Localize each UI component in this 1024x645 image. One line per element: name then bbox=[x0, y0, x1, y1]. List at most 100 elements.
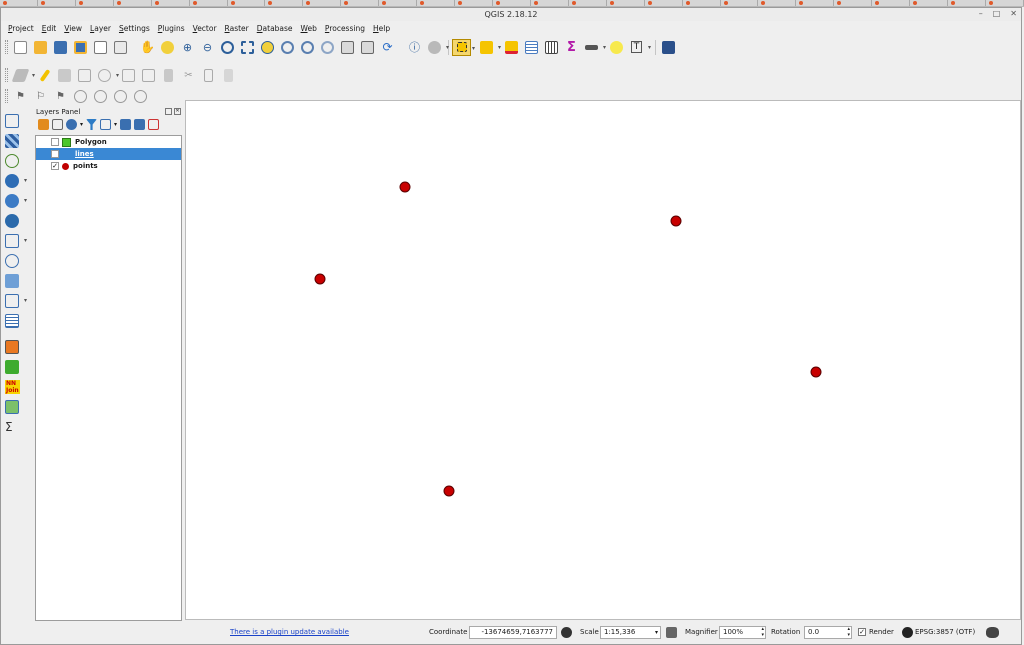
plugin-update-link[interactable]: There is a plugin update available bbox=[230, 628, 349, 636]
help-contents-button[interactable] bbox=[659, 39, 678, 56]
chevron-down-icon[interactable]: ▾ bbox=[80, 121, 83, 128]
layer-visibility-checkbox[interactable]: ✓ bbox=[51, 162, 59, 170]
map-point[interactable] bbox=[670, 215, 682, 227]
copy-features-button[interactable] bbox=[199, 67, 218, 84]
browser-tab[interactable] bbox=[190, 0, 228, 6]
collapse-all-icon[interactable] bbox=[134, 119, 146, 130]
run-feature-action-button[interactable]: ▾ bbox=[425, 39, 449, 56]
route-tool-button[interactable] bbox=[71, 88, 90, 105]
menu-settings[interactable]: Settings bbox=[115, 22, 154, 35]
menu-vector[interactable]: Vector bbox=[189, 22, 221, 35]
browser-tab[interactable] bbox=[265, 0, 304, 6]
minimize-icon[interactable]: – bbox=[979, 9, 983, 18]
render-checkbox[interactable]: ✓ bbox=[858, 628, 866, 636]
map-point[interactable] bbox=[443, 485, 455, 497]
browser-tab[interactable] bbox=[683, 0, 721, 6]
statistical-summary-button[interactable]: Σ bbox=[562, 39, 581, 56]
save-project-button[interactable] bbox=[51, 39, 70, 56]
map-canvas[interactable] bbox=[185, 100, 1021, 620]
toggle-editing-button[interactable] bbox=[35, 67, 54, 84]
browser-tab[interactable] bbox=[0, 0, 38, 6]
route-add-button[interactable] bbox=[111, 88, 130, 105]
deselect-all-button[interactable] bbox=[502, 39, 521, 56]
flag-tool-button[interactable]: ⚑ bbox=[11, 88, 30, 105]
add-feature-button[interactable] bbox=[75, 67, 94, 84]
cut-features-button[interactable]: ✂ bbox=[179, 67, 198, 84]
toolbar-grip[interactable] bbox=[5, 68, 8, 82]
add-circular-string-button[interactable]: ▾ bbox=[95, 67, 119, 84]
map-point[interactable] bbox=[399, 181, 411, 193]
menu-plugins[interactable]: Plugins bbox=[154, 22, 189, 35]
layer-visibility-checkbox[interactable] bbox=[51, 138, 59, 146]
zoom-next-button[interactable] bbox=[318, 39, 337, 56]
browser-tab[interactable] bbox=[531, 0, 569, 6]
crs-globe-icon[interactable] bbox=[902, 626, 913, 638]
spin-arrows-icon[interactable]: ▴ ▾ bbox=[847, 626, 850, 638]
delete-selected-button[interactable] bbox=[159, 67, 178, 84]
pan-to-selection-button[interactable] bbox=[158, 39, 177, 56]
add-vector-layer-button[interactable] bbox=[1, 111, 30, 131]
flag-cancel-button[interactable]: ⚑ bbox=[51, 88, 70, 105]
add-delimited-text-button[interactable] bbox=[1, 151, 30, 171]
scale-combobox[interactable]: 1:15,336 ▾ bbox=[600, 625, 661, 639]
browser-tab[interactable] bbox=[114, 0, 152, 6]
lock-icon[interactable] bbox=[666, 626, 677, 638]
composer-manager-button[interactable] bbox=[111, 39, 130, 56]
refresh-button[interactable]: ⟳ bbox=[378, 39, 397, 56]
node-tool-button[interactable] bbox=[119, 67, 138, 84]
close-icon[interactable]: ✕ bbox=[1010, 9, 1017, 18]
sum-lines-button[interactable]: Σ bbox=[1, 417, 30, 437]
browser-tab[interactable] bbox=[872, 0, 911, 6]
zoom-full-button[interactable] bbox=[238, 39, 257, 56]
menu-help[interactable]: Help bbox=[369, 22, 394, 35]
browser-tab[interactable] bbox=[607, 0, 645, 6]
add-wcs-layer-button[interactable] bbox=[1, 211, 30, 231]
add-oracle-layer-button[interactable] bbox=[1, 271, 30, 291]
manage-visibility-icon[interactable] bbox=[66, 119, 77, 130]
magnifier-spinbox[interactable]: 100% ▴ ▾ bbox=[719, 625, 766, 639]
browser-tab[interactable] bbox=[569, 0, 607, 6]
map-tips-button[interactable] bbox=[607, 39, 626, 56]
maximize-icon[interactable]: □ bbox=[993, 9, 1001, 18]
chevron-down-icon[interactable]: ▾ bbox=[114, 121, 117, 128]
open-field-calculator-button[interactable] bbox=[542, 39, 561, 56]
new-bookmark-button[interactable] bbox=[338, 39, 357, 56]
browser-tab[interactable] bbox=[796, 0, 835, 6]
new-shapefile-layer-button[interactable]: ▾ bbox=[1, 291, 30, 311]
close-panel-icon[interactable]: ✕ bbox=[174, 108, 181, 115]
browser-tab[interactable] bbox=[948, 0, 986, 6]
layer-row-points[interactable]: ✓ points bbox=[36, 160, 181, 172]
rotation-spinbox[interactable]: 0.0 ▴ ▾ bbox=[804, 625, 852, 639]
filter-icon[interactable] bbox=[86, 119, 98, 130]
toggle-extents-icon[interactable] bbox=[561, 626, 572, 638]
zoom-native-button[interactable] bbox=[218, 39, 237, 56]
select-features-button[interactable]: ▾ bbox=[452, 38, 475, 56]
create-attribute-table-button[interactable] bbox=[1, 311, 30, 331]
browser-tab[interactable] bbox=[303, 0, 342, 6]
layer-row-lines[interactable]: lines bbox=[36, 148, 181, 160]
new-project-button[interactable] bbox=[11, 39, 30, 56]
measure-button[interactable]: ▾ bbox=[582, 39, 606, 56]
checkered-flag-button[interactable]: ⚐ bbox=[31, 88, 50, 105]
menu-web[interactable]: Web bbox=[297, 22, 321, 35]
browser-tab[interactable] bbox=[721, 0, 759, 6]
spin-arrows-icon[interactable]: ▴ ▾ bbox=[761, 626, 764, 638]
plugin-a-button[interactable] bbox=[1, 337, 30, 357]
messages-icon[interactable] bbox=[986, 626, 999, 638]
add-wfs-layer-button[interactable]: ▾ bbox=[1, 231, 30, 251]
save-edits-button[interactable] bbox=[55, 67, 74, 84]
toolbar-grip[interactable] bbox=[5, 89, 8, 103]
browser-tab[interactable] bbox=[758, 0, 797, 6]
text-annotation-button[interactable]: T ▾ bbox=[627, 39, 651, 56]
layer-visibility-checkbox[interactable] bbox=[51, 150, 59, 158]
add-wms-layer-button[interactable]: ▾ bbox=[1, 191, 30, 211]
coordinate-field[interactable]: -13674659,7163777 bbox=[469, 625, 557, 639]
menu-raster[interactable]: Raster bbox=[221, 22, 253, 35]
browser-tab[interactable] bbox=[417, 0, 456, 6]
browser-tab[interactable] bbox=[645, 0, 683, 6]
zoom-last-button[interactable] bbox=[298, 39, 317, 56]
pan-map-button[interactable]: ✋ bbox=[138, 39, 157, 56]
move-feature-button[interactable] bbox=[139, 67, 158, 84]
nnjoin-button[interactable]: NN Join bbox=[1, 377, 30, 397]
add-raster-layer-button[interactable] bbox=[1, 131, 30, 151]
